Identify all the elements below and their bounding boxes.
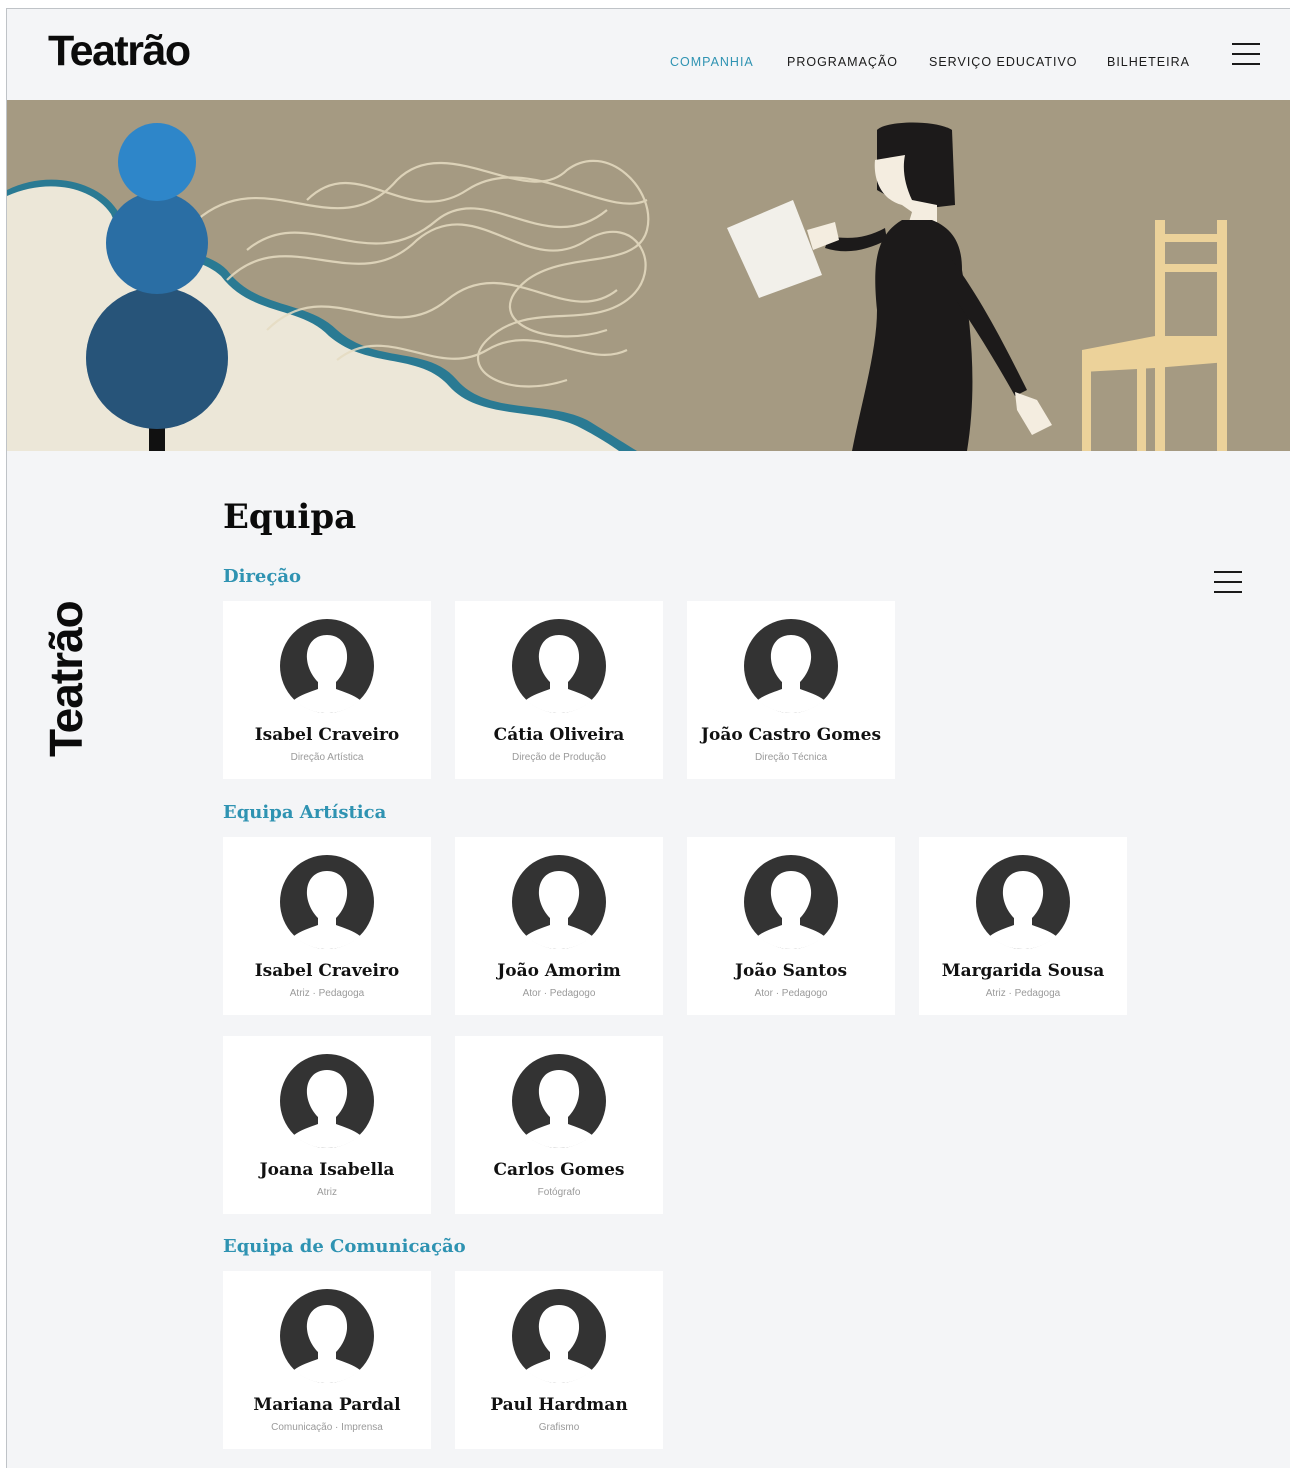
team-card[interactable]: Mariana Pardal Comunicação · Imprensa xyxy=(223,1271,431,1449)
hamburger-icon[interactable] xyxy=(1214,569,1242,593)
member-name: Margarida Sousa xyxy=(941,961,1105,981)
team-card[interactable]: Cátia Oliveira Direção de Produção xyxy=(455,601,663,779)
member-name: Mariana Pardal xyxy=(253,1395,401,1415)
member-name: Paul Hardman xyxy=(490,1395,628,1415)
hero-image xyxy=(7,100,1290,451)
main-nav: COMPANHIA PROGRAMAÇÃO SERVIÇO EDUCATIVO … xyxy=(7,55,1290,75)
member-role: Ator · Pedagogo xyxy=(522,988,596,999)
team-card[interactable]: Isabel Craveiro Atriz · Pedagoga xyxy=(223,837,431,1015)
hero-illustration xyxy=(7,100,1290,451)
member-name: João Castro Gomes xyxy=(700,725,882,745)
site-header: Teatrão COMPANHIA PROGRAMAÇÃO SERVIÇO ED… xyxy=(7,9,1290,100)
page-frame: Teatrão COMPANHIA PROGRAMAÇÃO SERVIÇO ED… xyxy=(6,8,1290,1468)
user-avatar-icon xyxy=(280,1054,374,1148)
member-role: Comunicação · Imprensa xyxy=(271,1422,383,1433)
member-role: Atriz xyxy=(317,1187,337,1198)
nav-item-bilheteira[interactable]: BILHETEIRA xyxy=(1107,55,1190,69)
member-name: João Santos xyxy=(734,961,848,981)
member-role: Fotógrafo xyxy=(537,1187,581,1198)
user-avatar-icon xyxy=(512,855,606,949)
section-title-direcao: Direção xyxy=(223,566,302,587)
member-name: Isabel Craveiro xyxy=(254,725,400,745)
team-card[interactable]: Joana Isabella Atriz xyxy=(223,1036,431,1214)
hamburger-icon[interactable] xyxy=(1232,41,1260,65)
member-name: Isabel Craveiro xyxy=(254,961,400,981)
user-avatar-icon xyxy=(280,619,374,713)
team-card[interactable]: Carlos Gomes Fotógrafo xyxy=(455,1036,663,1214)
member-role: Ator · Pedagogo xyxy=(754,988,828,999)
member-name: Cátia Oliveira xyxy=(493,725,625,745)
user-avatar-icon xyxy=(744,619,838,713)
member-role: Grafismo xyxy=(538,1422,580,1433)
vertical-logo: Teatrão xyxy=(40,601,92,757)
nav-item-companhia[interactable]: COMPANHIA xyxy=(670,55,754,69)
section-title-equipa-artistica: Equipa Artística xyxy=(223,802,387,823)
user-avatar-icon xyxy=(512,1289,606,1383)
member-name: Carlos Gomes xyxy=(493,1160,625,1180)
page-title: Equipa xyxy=(223,497,357,537)
user-avatar-icon xyxy=(512,619,606,713)
nav-item-programacao[interactable]: PROGRAMAÇÃO xyxy=(787,55,898,69)
member-role: Direção Técnica xyxy=(754,752,828,763)
user-avatar-icon xyxy=(744,855,838,949)
team-card[interactable]: João Santos Ator · Pedagogo xyxy=(687,837,895,1015)
section-title-equipa-comunicacao: Equipa de Comunicação xyxy=(223,1236,466,1257)
team-card[interactable]: Margarida Sousa Atriz · Pedagoga xyxy=(919,837,1127,1015)
user-avatar-icon xyxy=(280,1289,374,1383)
team-card[interactable]: Paul Hardman Grafismo xyxy=(455,1271,663,1449)
nav-item-servico-educativo[interactable]: SERVIÇO EDUCATIVO xyxy=(929,55,1078,69)
user-avatar-icon xyxy=(280,855,374,949)
member-role: Atriz · Pedagoga xyxy=(289,988,365,999)
user-avatar-icon xyxy=(512,1054,606,1148)
member-role: Direção Artística xyxy=(290,752,364,763)
member-name: Joana Isabella xyxy=(259,1160,395,1180)
member-role: Atriz · Pedagoga xyxy=(985,988,1061,999)
member-role: Direção de Produção xyxy=(512,752,606,763)
team-card[interactable]: João Amorim Ator · Pedagogo xyxy=(455,837,663,1015)
team-card[interactable]: João Castro Gomes Direção Técnica xyxy=(687,601,895,779)
member-name: João Amorim xyxy=(497,961,621,981)
team-card[interactable]: Isabel Craveiro Direção Artística xyxy=(223,601,431,779)
user-avatar-icon xyxy=(976,855,1070,949)
